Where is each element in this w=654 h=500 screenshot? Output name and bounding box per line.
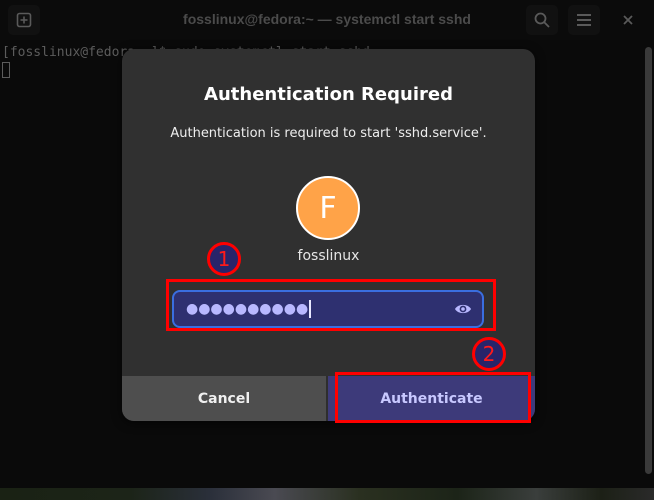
authentication-dialog: Authentication Required Authentication i… <box>122 49 535 421</box>
password-value: ●●●●●●●●●● <box>186 299 312 319</box>
close-button[interactable] <box>612 5 644 35</box>
annotation-number-2: 2 <box>472 337 506 371</box>
dialog-button-row: Cancel Authenticate <box>122 376 535 421</box>
annotation-number-2-label: 2 <box>482 342 496 366</box>
desktop-wallpaper <box>0 488 654 500</box>
reveal-password-button[interactable] <box>454 301 472 317</box>
search-icon <box>534 12 550 28</box>
header-bar: fosslinux@fedora:~ — systemctl start ssh… <box>0 0 654 40</box>
cancel-button[interactable]: Cancel <box>122 376 328 421</box>
dialog-description: Authentication is required to start 'ssh… <box>170 126 487 141</box>
search-button[interactable] <box>526 5 558 35</box>
terminal-cursor <box>2 61 10 78</box>
dialog-title: Authentication Required <box>204 84 453 105</box>
annotation-number-1-label: 1 <box>217 247 231 271</box>
avatar-initial: F <box>319 190 337 226</box>
eye-icon <box>455 304 471 314</box>
username-label: fosslinux <box>297 248 360 264</box>
scrollbar[interactable] <box>645 47 652 474</box>
hamburger-menu-icon <box>577 14 591 26</box>
user-avatar: F <box>296 176 360 240</box>
close-icon <box>623 15 633 25</box>
text-caret <box>309 300 312 318</box>
menu-button[interactable] <box>568 5 600 35</box>
password-dots: ●●●●●●●●●● <box>186 301 309 317</box>
annotation-number-1: 1 <box>207 242 241 276</box>
authenticate-button[interactable]: Authenticate <box>328 376 535 421</box>
password-field[interactable]: ●●●●●●●●●● <box>172 290 484 328</box>
